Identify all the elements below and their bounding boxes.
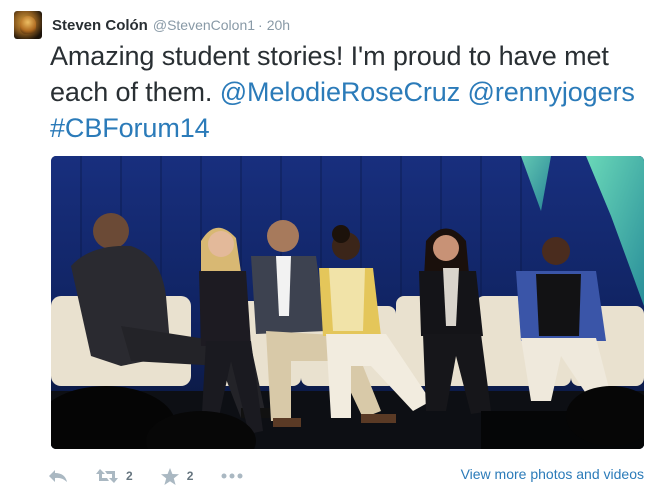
mention-link[interactable]: @MelodieRoseCruz [220, 77, 461, 107]
tweet-header: Steven Colón @StevenColon1 · 20h [14, 10, 290, 40]
retweet-button[interactable]: 2 [96, 468, 133, 484]
tweet-photo[interactable] [51, 156, 644, 449]
author-name[interactable]: Steven Colón [52, 17, 148, 34]
tweet-actions: 2 2 [48, 462, 271, 490]
favorite-button[interactable]: 2 [160, 467, 194, 485]
star-icon [160, 467, 179, 485]
avatar[interactable] [14, 11, 42, 39]
retweet-icon [96, 469, 118, 483]
author-handle[interactable]: @StevenColon1 [153, 17, 255, 33]
timestamp[interactable]: 20h [267, 17, 290, 33]
more-button[interactable] [221, 472, 243, 480]
retweet-count: 2 [126, 469, 133, 483]
mention-link[interactable]: @rennyjogers [468, 77, 635, 107]
tweet: Steven Colón @StevenColon1 · 20h Amazing… [0, 0, 659, 500]
view-more-photos-link[interactable]: View more photos and videos [461, 466, 644, 482]
hashtag-link[interactable]: #CBForum14 [50, 113, 210, 143]
reply-icon [49, 470, 67, 482]
separator: · [258, 17, 263, 33]
favorite-count: 2 [186, 469, 194, 483]
reply-button[interactable] [48, 468, 68, 484]
tweet-text: Amazing student stories! I'm proud to ha… [50, 38, 640, 146]
panel-photo-illustration [51, 156, 644, 449]
more-icon [221, 473, 243, 479]
